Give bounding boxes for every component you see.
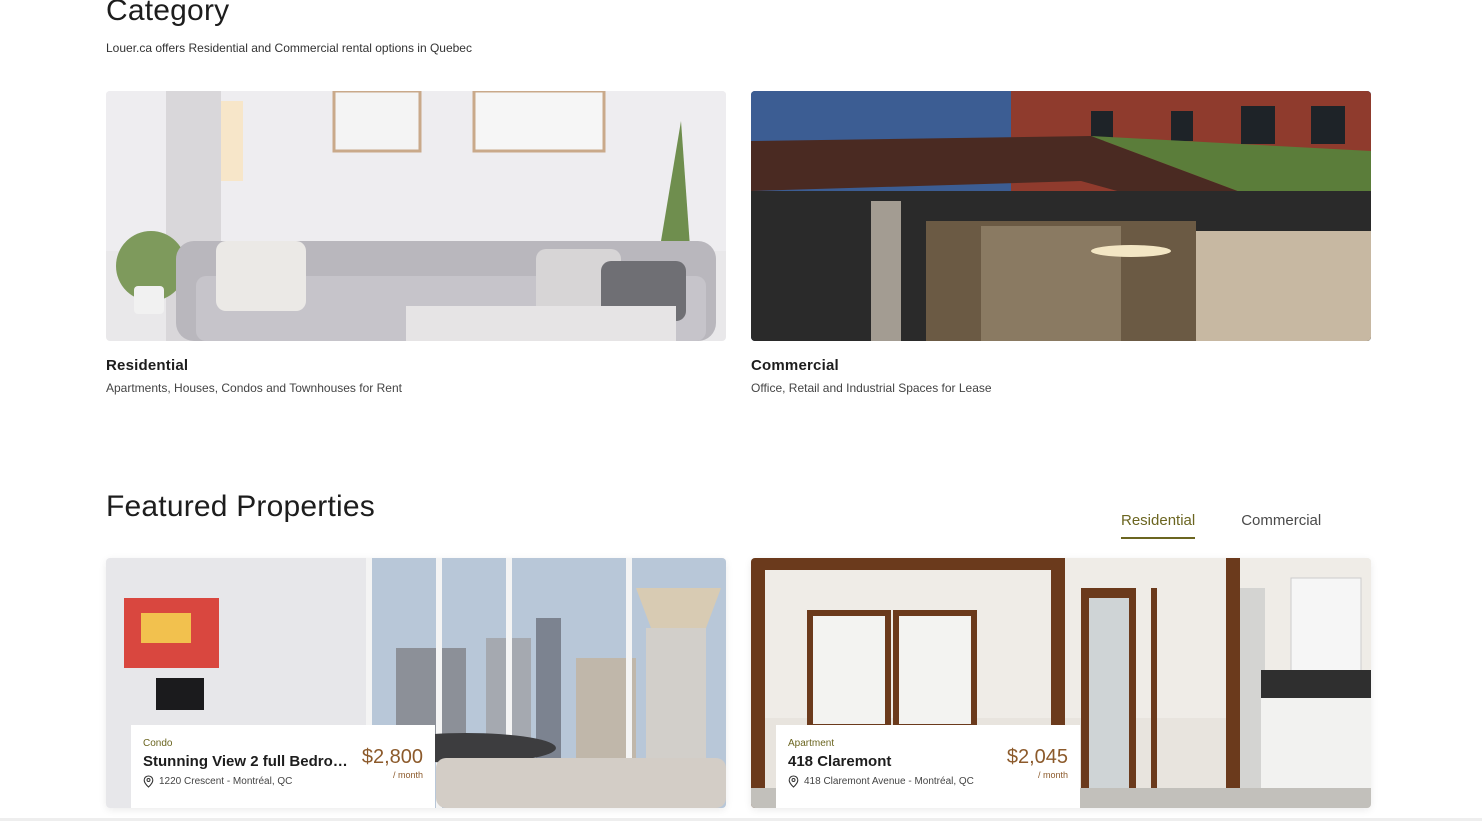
- address-text: 1220 Crescent - Montréal, QC: [159, 776, 293, 787]
- tab-commercial[interactable]: Commercial: [1241, 512, 1321, 539]
- property-name[interactable]: 418 Claremont: [788, 753, 993, 770]
- category-name[interactable]: Commercial: [751, 357, 1371, 374]
- featured-title: Featured Properties: [106, 490, 375, 523]
- property-price: $2,045 / month: [1007, 746, 1068, 780]
- map-pin-icon: [788, 775, 799, 788]
- category-description: Office, Retail and Industrial Spaces for…: [751, 381, 992, 395]
- property-info: Apartment 418 Claremont 418 Claremont Av…: [776, 725, 1080, 808]
- property-price: $2,800 / month: [362, 746, 423, 780]
- price-value: $2,045: [1006, 746, 1068, 768]
- property-card[interactable]: Condo Stunning View 2 full Bedrooms 1220…: [106, 558, 726, 808]
- map-pin-icon: [143, 775, 154, 788]
- category-description: Apartments, Houses, Condos and Townhouse…: [106, 381, 402, 395]
- price-unit: / month: [392, 770, 423, 780]
- price-value: $2,800: [361, 746, 423, 768]
- residential-image[interactable]: [106, 91, 726, 341]
- property-info: Condo Stunning View 2 full Bedrooms 1220…: [131, 725, 435, 808]
- property-name[interactable]: Stunning View 2 full Bedrooms: [143, 753, 348, 770]
- property-card[interactable]: Apartment 418 Claremont 418 Claremont Av…: [751, 558, 1371, 808]
- address-text: 418 Claremont Avenue - Montréal, QC: [804, 776, 974, 787]
- category-subtitle: Louer.ca offers Residential and Commerci…: [106, 41, 472, 55]
- category-name[interactable]: Residential: [106, 357, 726, 374]
- featured-tabs: Residential Commercial: [1121, 512, 1321, 539]
- category-title: Category: [106, 0, 230, 27]
- category-card-residential[interactable]: Residential Apartments, Houses, Condos a…: [106, 91, 726, 395]
- category-card-commercial[interactable]: Commercial Office, Retail and Industrial…: [751, 91, 1371, 395]
- price-unit: / month: [1037, 770, 1068, 780]
- tab-residential[interactable]: Residential: [1121, 512, 1196, 539]
- commercial-image[interactable]: [751, 91, 1371, 341]
